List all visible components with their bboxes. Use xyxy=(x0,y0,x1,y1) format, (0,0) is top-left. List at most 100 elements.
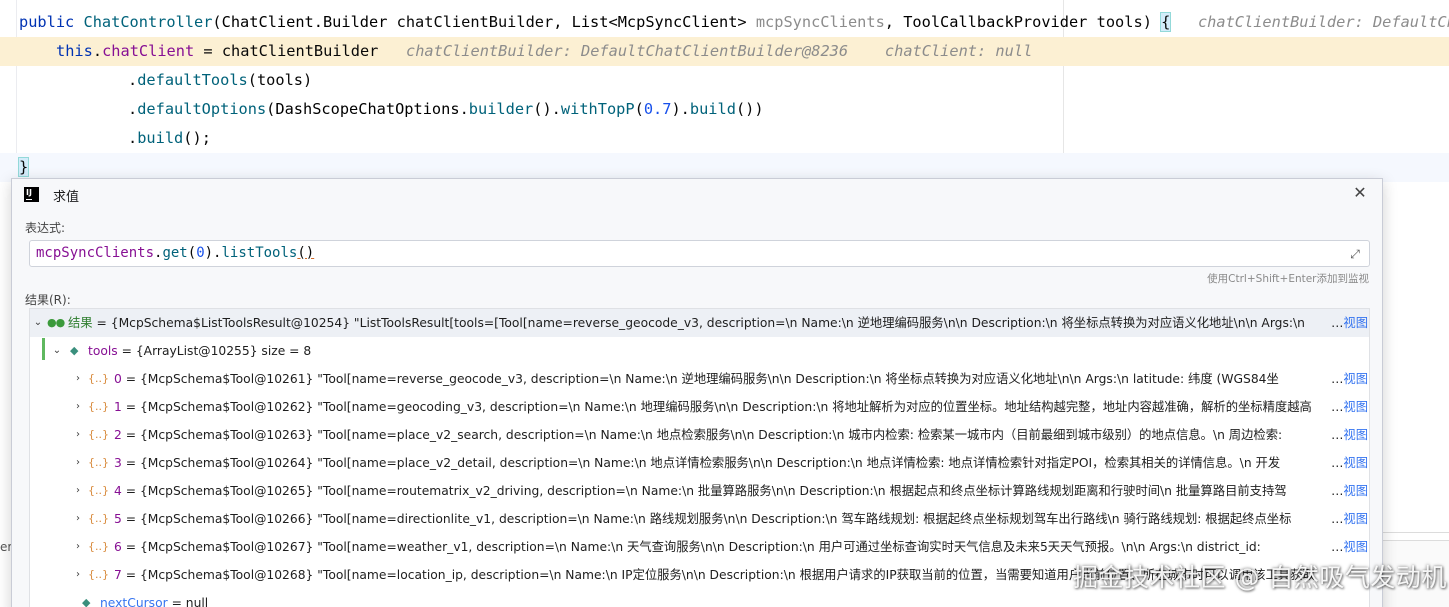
code-line-2[interactable]: this.chatClient = chatClientBuilder chat… xyxy=(0,37,1449,66)
param-name: tools xyxy=(1096,13,1143,31)
inline-debug-hint: chatClientBuilder: DefaultChatClientBuil… xyxy=(406,42,849,60)
expand-editor-icon[interactable]: ⤢ xyxy=(1348,247,1362,261)
tree-row-item[interactable]: › {..} 5 = {McpSchema$Tool@10266} "Tool[… xyxy=(30,505,1369,533)
item-value: = {McpSchema$Tool@10267} "Tool[name=weat… xyxy=(125,540,1261,554)
code-line-3[interactable]: .defaultTools(tools) xyxy=(0,66,1449,95)
evaluate-dialog[interactable]: IJ 求值 ✕ 表达式: mcpSyncClients.get(0).listT… xyxy=(11,178,1383,607)
watermark: 掘金技术社区 @ 自然吸气发动机 xyxy=(1073,563,1447,592)
item-value: = {McpSchema$Tool@10264} "Tool[name=plac… xyxy=(125,456,1281,470)
param-type: ChatClient.Builder xyxy=(221,13,388,31)
expression-label: 表达式: xyxy=(25,221,66,235)
inline-debug-hint: chatClient: null xyxy=(884,42,1033,60)
variable-name: chatClientBuilder xyxy=(221,42,379,60)
chevron-right-icon[interactable]: › xyxy=(73,393,83,421)
tree-row-tools[interactable]: ⌄ ◆ tools = {ArrayList@10255} size = 8 xyxy=(30,337,1369,365)
method-call: builder xyxy=(468,100,534,118)
view-link[interactable]: 视图 xyxy=(1329,449,1368,477)
result-label: 结果(R): xyxy=(25,293,71,307)
tree-row-item[interactable]: › {..} 4 = {McpSchema$Tool@10265} "Tool[… xyxy=(30,477,1369,505)
view-link[interactable]: 视图 xyxy=(1329,477,1368,505)
item-value: = {McpSchema$Tool@10263} "Tool[name=plac… xyxy=(125,428,1283,442)
expression-text[interactable]: mcpSyncClients.get(0).listTools() xyxy=(36,245,314,261)
field-tag-icon: ◆ xyxy=(70,344,79,357)
expression-input[interactable]: mcpSyncClients.get(0).listTools() ⤢ xyxy=(29,240,1370,267)
code-keyword: this xyxy=(56,42,93,60)
chevron-right-icon[interactable]: › xyxy=(73,449,83,477)
chevron-right-icon[interactable]: › xyxy=(73,505,83,533)
item-index: 2 xyxy=(114,428,122,442)
tree-row-result[interactable]: ⌄ ●● 结果 = {McpSchema$ListToolsResult@102… xyxy=(30,309,1369,337)
method-call: build xyxy=(689,100,736,118)
close-icon[interactable]: ✕ xyxy=(1352,185,1368,201)
chevron-right-icon[interactable]: › xyxy=(73,561,83,589)
method-call: withTopP xyxy=(560,100,635,118)
chevron-right-icon[interactable]: › xyxy=(73,533,83,561)
param-type: List xyxy=(571,13,609,31)
code-keyword: public xyxy=(19,13,75,31)
array-element-icon: {..} xyxy=(88,400,109,413)
param-type: ToolCallbackProvider xyxy=(903,13,1088,31)
result-value: = {McpSchema$ListToolsResult@10254} "Lis… xyxy=(96,316,1305,330)
item-index: 5 xyxy=(114,512,122,526)
code-line-5[interactable]: .build(); xyxy=(0,124,1449,153)
array-element-icon: {..} xyxy=(88,484,109,497)
view-link[interactable]: 视图 xyxy=(1329,309,1368,337)
view-link[interactable]: 视图 xyxy=(1329,533,1368,561)
inline-debug-hint: chatClientBuilder: DefaultChatC xyxy=(1197,13,1449,31)
param-name: mcpSyncClients xyxy=(755,13,885,31)
method-call: defaultOptions xyxy=(137,100,267,118)
array-element-icon: {..} xyxy=(88,512,109,525)
field-name: tools xyxy=(88,344,118,358)
field-tag-icon: ◆ xyxy=(82,596,91,607)
array-element-icon: {..} xyxy=(88,428,109,441)
chevron-down-icon[interactable]: ⌄ xyxy=(33,309,43,337)
item-value: = {McpSchema$Tool@10265} "Tool[name=rout… xyxy=(125,484,1287,498)
tree-row-item[interactable]: › {..} 1 = {McpSchema$Tool@10262} "Tool[… xyxy=(30,393,1369,421)
intellij-logo-icon: IJ xyxy=(24,187,39,202)
method-call: defaultTools xyxy=(137,71,248,89)
tree-row-item[interactable]: › {..} 3 = {McpSchema$Tool@10264} "Tool[… xyxy=(30,449,1369,477)
item-index: 7 xyxy=(114,568,122,582)
chevron-right-icon[interactable]: › xyxy=(73,477,83,505)
expr-method: get xyxy=(162,245,188,261)
view-link[interactable]: 视图 xyxy=(1329,393,1368,421)
chevron-down-icon[interactable]: ⌄ xyxy=(52,337,62,365)
array-element-icon: {..} xyxy=(88,372,109,385)
tree-row-item[interactable]: › {..} 6 = {McpSchema$Tool@10267} "Tool[… xyxy=(30,533,1369,561)
result-name: 结果 xyxy=(68,316,93,330)
view-link[interactable]: 视图 xyxy=(1329,365,1368,393)
method-call: build xyxy=(137,129,184,147)
tree-row-item[interactable]: › {..} 0 = {McpSchema$Tool@10261} "Tool[… xyxy=(30,365,1369,393)
item-value: = {McpSchema$Tool@10266} "Tool[name=dire… xyxy=(125,512,1292,526)
item-index: 4 xyxy=(114,484,122,498)
array-element-icon: {..} xyxy=(88,456,109,469)
item-index: 1 xyxy=(114,400,122,414)
array-element-icon: {..} xyxy=(88,540,109,553)
code-line-4[interactable]: .defaultOptions(DashScopeChatOptions.bui… xyxy=(0,95,1449,124)
dialog-titlebar[interactable]: IJ 求值 ✕ xyxy=(12,179,1382,211)
constructor-name: ChatController xyxy=(83,13,213,31)
field-value: = null xyxy=(171,596,209,607)
field-name: chatClient xyxy=(102,42,195,60)
watch-hint: 使用Ctrl+Shift+Enter添加到监视 xyxy=(1207,273,1369,285)
expr-method: listTools xyxy=(221,245,298,261)
open-brace: { xyxy=(1160,12,1172,32)
chevron-right-icon[interactable]: › xyxy=(73,421,83,449)
expr-variable: mcpSyncClients xyxy=(36,245,155,261)
item-index: 6 xyxy=(114,540,122,554)
close-brace: } xyxy=(17,157,30,177)
param-generic-type: McpSyncClient xyxy=(617,13,738,31)
field-name: nextCursor xyxy=(100,596,168,607)
param-name: chatClientBuilder xyxy=(396,13,554,31)
expr-arg: 0 xyxy=(196,245,205,261)
code-line-1[interactable]: public ChatController(ChatClient.Builder… xyxy=(0,8,1449,37)
watch-glasses-icon: ●● xyxy=(47,316,65,329)
method-arg: tools xyxy=(256,71,304,89)
view-link[interactable]: 视图 xyxy=(1329,505,1368,533)
tree-row-item[interactable]: › {..} 2 = {McpSchema$Tool@10263} "Tool[… xyxy=(30,421,1369,449)
chevron-right-icon[interactable]: › xyxy=(73,365,83,393)
view-link[interactable]: 视图 xyxy=(1329,421,1368,449)
class-name: DashScopeChatOptions xyxy=(275,100,460,118)
field-value: = {ArrayList@10255} size = 8 xyxy=(121,344,312,358)
array-element-icon: {..} xyxy=(88,568,109,581)
